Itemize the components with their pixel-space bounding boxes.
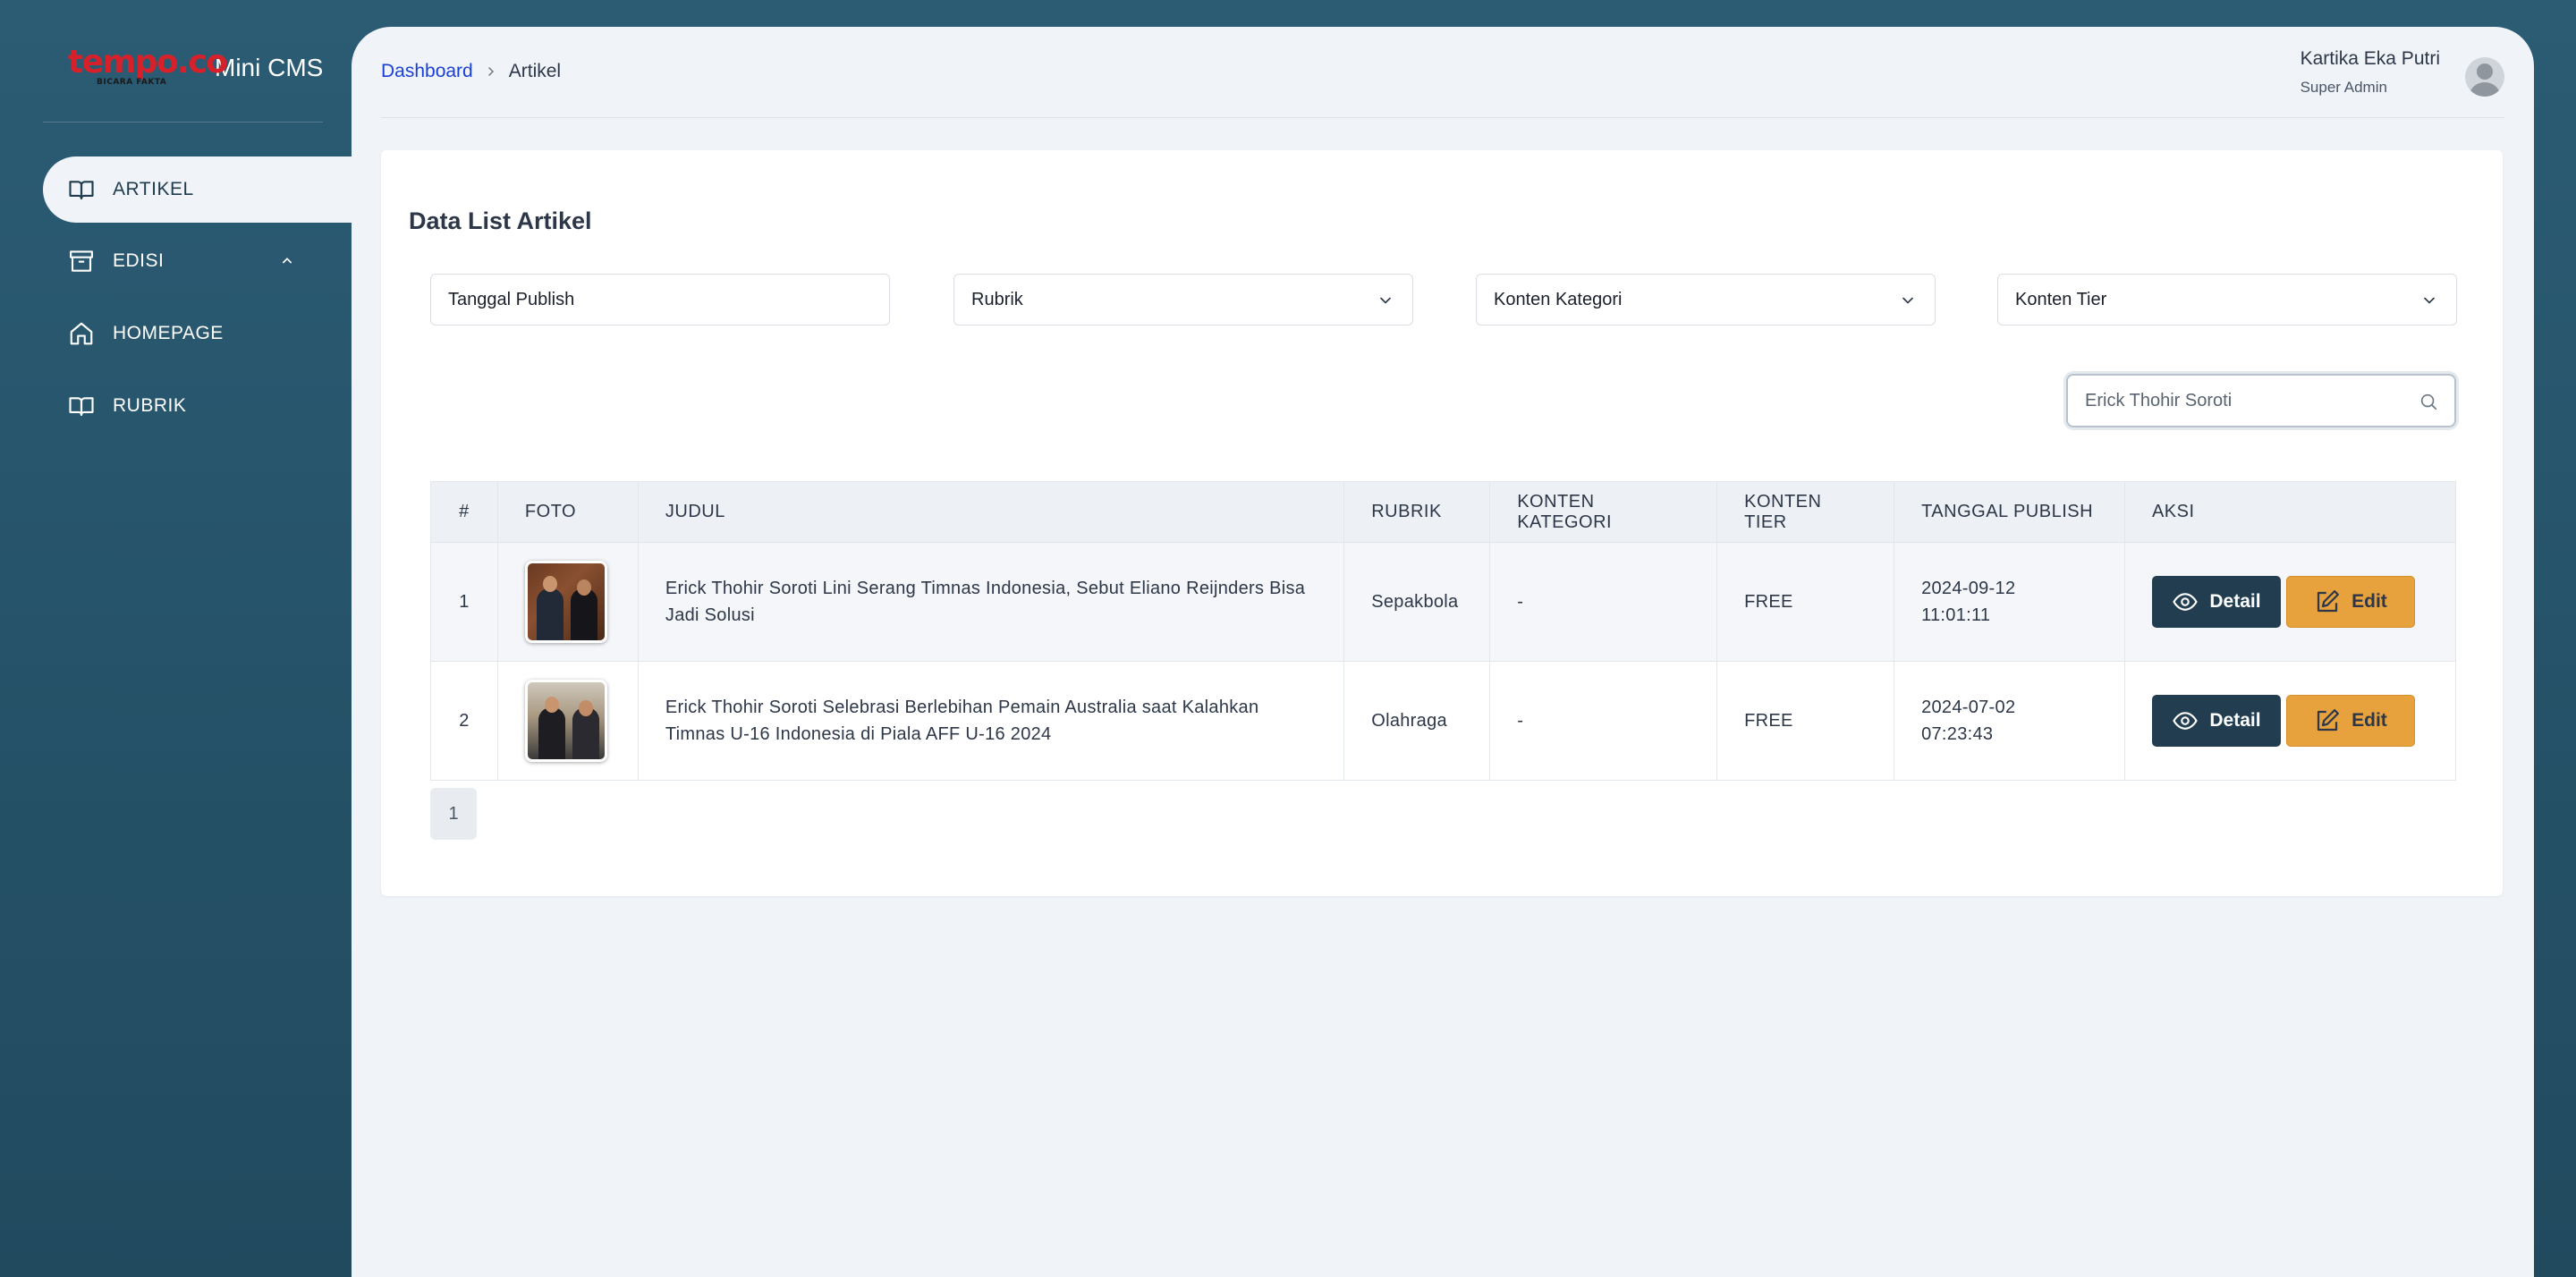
column-header-foto: FOTO — [496, 481, 639, 543]
breadcrumb: Dashboard Artikel — [381, 61, 561, 82]
article-rubrik: Olahraga — [1343, 661, 1491, 781]
book-open-icon — [68, 393, 95, 419]
article-thumbnail[interactable] — [524, 680, 607, 762]
user-role: Super Admin — [2300, 79, 2387, 96]
sidebar-item-label: HOMEPAGE — [113, 323, 224, 343]
eye-icon — [2172, 588, 2199, 615]
user-info: Kartika Eka Putri Super Admin — [2301, 48, 2440, 97]
column-header-konten-kategori: KONTEN KATEGORI — [1489, 481, 1718, 543]
sidebar: tempo.co BICARA FAKTA Mini CMS ARTIKEL E… — [0, 0, 352, 1277]
filter-label: Tanggal Publish — [448, 289, 575, 309]
chevron-down-icon — [1377, 292, 1394, 315]
main-panel: Dashboard Artikel Kartika Eka Putri Supe… — [352, 27, 2534, 1277]
topbar: Dashboard Artikel Kartika Eka Putri Supe… — [381, 27, 2504, 118]
sidebar-item-edisi[interactable]: EDISI — [43, 228, 352, 294]
article-tier: FREE — [1716, 661, 1895, 781]
edit-button-label: Edit — [2351, 591, 2387, 612]
article-title: Erick Thohir Soroti Selebrasi Berlebihan… — [637, 661, 1345, 781]
detail-button-label: Detail — [2209, 710, 2261, 731]
row-number: 2 — [430, 661, 498, 781]
publish-time: 07:23:43 — [1921, 724, 1994, 744]
card-title: Data List Artikel — [409, 207, 592, 234]
sidebar-item-label: EDISI — [113, 250, 165, 271]
logo-tagline: BICARA FAKTA — [97, 78, 167, 87]
actions-cell: Detail Edit — [2123, 661, 2457, 781]
user-menu[interactable]: Kartika Eka Putri Super Admin — [2301, 48, 2504, 97]
edit-button-label: Edit — [2351, 710, 2387, 731]
edit-button[interactable]: Edit — [2285, 576, 2415, 628]
article-list-card: Data List Artikel Tanggal Publish Rubrik… — [381, 150, 2503, 896]
chevron-up-icon[interactable] — [278, 251, 296, 275]
user-name: Kartika Eka Putri — [2300, 48, 2440, 69]
home-icon — [68, 320, 95, 347]
column-header-number: # — [430, 481, 498, 543]
konten-tier-select[interactable]: Konten Tier — [1997, 274, 2457, 326]
article-title: Erick Thohir Soroti Lini Serang Timnas I… — [637, 542, 1345, 662]
rubrik-select[interactable]: Rubrik — [953, 274, 1413, 326]
search-box — [2066, 374, 2456, 427]
sidebar-item-rubrik[interactable]: RUBRIK — [43, 373, 352, 439]
article-publish-date: 2024-09-12 11:01:11 — [1894, 542, 2125, 662]
article-kategori: - — [1489, 661, 1718, 781]
archive-box-icon — [68, 248, 95, 275]
sidebar-item-homepage[interactable]: HOMEPAGE — [43, 300, 352, 367]
article-table: # FOTO JUDUL RUBRIK KONTEN KATEGORI KONT… — [430, 481, 2457, 781]
detail-button[interactable]: Detail — [2151, 695, 2281, 747]
filter-label: Rubrik — [971, 289, 1023, 309]
table-header-row: # FOTO JUDUL RUBRIK KONTEN KATEGORI KONT… — [430, 481, 2457, 543]
row-number: 1 — [430, 542, 498, 662]
brand-divider — [43, 122, 323, 123]
edit-icon — [2314, 707, 2341, 734]
chevron-right-icon — [484, 64, 498, 79]
edit-button[interactable]: Edit — [2285, 695, 2415, 747]
book-open-icon — [68, 176, 95, 203]
photo-cell — [496, 661, 639, 781]
filter-label: Konten Tier — [2015, 289, 2107, 309]
breadcrumb-dashboard-link[interactable]: Dashboard — [381, 61, 473, 82]
pagination-page-1[interactable]: 1 — [430, 788, 477, 840]
sidebar-item-label: RUBRIK — [113, 395, 187, 416]
tanggal-publish-filter[interactable]: Tanggal Publish — [430, 274, 890, 326]
table-row: 2 Erick Thohir Soroti Selebrasi Berlebih… — [430, 661, 2457, 781]
article-tier: FREE — [1716, 542, 1895, 662]
publish-time: 11:01:11 — [1921, 605, 1991, 625]
article-thumbnail[interactable] — [524, 561, 607, 643]
eye-icon — [2172, 707, 2199, 734]
sidebar-item-label: ARTIKEL — [113, 179, 194, 199]
filter-label: Konten Kategori — [1494, 289, 1623, 309]
article-publish-date: 2024-07-02 07:23:43 — [1894, 661, 2125, 781]
search-input[interactable] — [2085, 390, 2407, 411]
article-kategori: - — [1489, 542, 1718, 662]
column-header-judul: JUDUL — [637, 481, 1345, 543]
table-row: 1 Erick Thohir Soroti Lini Serang Timnas… — [430, 542, 2457, 662]
tempo-logo[interactable]: tempo.co BICARA FAKTA — [68, 44, 228, 91]
breadcrumb-current: Artikel — [508, 61, 562, 81]
column-header-rubrik: RUBRIK — [1343, 481, 1491, 543]
actions-cell: Detail Edit — [2123, 542, 2457, 662]
detail-button[interactable]: Detail — [2151, 576, 2281, 628]
app-name: Mini CMS — [215, 54, 324, 81]
publish-date: 2024-09-12 — [1921, 579, 2016, 598]
sidebar-item-artikel[interactable]: ARTIKEL — [43, 156, 352, 223]
konten-kategori-select[interactable]: Konten Kategori — [1476, 274, 1936, 326]
article-rubrik: Sepakbola — [1343, 542, 1491, 662]
edit-icon — [2314, 588, 2341, 615]
publish-date: 2024-07-02 — [1921, 698, 2016, 717]
column-header-tanggal-publish: TANGGAL PUBLISH — [1894, 481, 2125, 543]
photo-cell — [496, 542, 639, 662]
brand: tempo.co BICARA FAKTA Mini CMS — [68, 45, 323, 91]
avatar[interactable] — [2465, 57, 2504, 97]
chevron-down-icon — [1899, 292, 1917, 315]
chevron-down-icon — [2420, 292, 2438, 315]
logo-text: tempo.co — [68, 44, 228, 80]
detail-button-label: Detail — [2209, 591, 2261, 612]
search-icon[interactable] — [2419, 392, 2438, 416]
column-header-konten-tier: KONTEN TIER — [1716, 481, 1895, 543]
column-header-aksi: AKSI — [2123, 481, 2457, 543]
